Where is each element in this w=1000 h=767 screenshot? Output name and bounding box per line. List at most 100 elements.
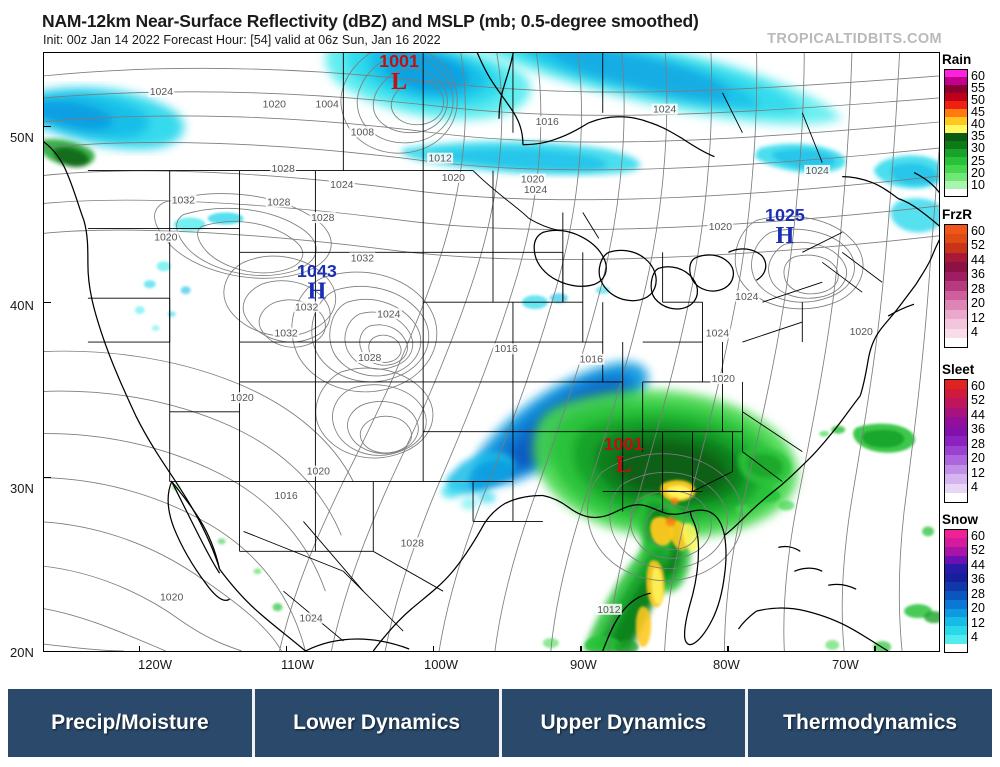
lon-tick-90w: 90W	[570, 657, 597, 672]
lat-tick-mark	[44, 301, 51, 303]
colorbar-swatch	[944, 281, 968, 291]
map-plot-area[interactable]: 1024 1020 1028 1032 1028 1024 1028 1020 1032 1020…	[43, 52, 940, 652]
colorbar-swatch	[944, 77, 968, 85]
isobar-label: 1020	[712, 374, 735, 385]
colorbar-swatch	[944, 608, 968, 618]
lat-tick-50n: 50N	[10, 130, 34, 145]
colorbar-tick-label: 4	[971, 629, 978, 644]
colorbar-swatch	[944, 626, 968, 636]
colorbar-swatch	[944, 398, 968, 408]
lon-tick-mark	[286, 646, 288, 651]
colorbar-tick-label: 20	[971, 601, 985, 616]
lon-tick-mark	[433, 646, 435, 651]
isobar-label: 1016	[536, 117, 559, 128]
isobar-label: 1020	[521, 175, 544, 186]
colorbar-swatch	[944, 338, 968, 348]
pressure-center-symbol: L	[616, 452, 632, 478]
lat-tick-mark	[44, 477, 51, 479]
colorbar-swatch	[944, 309, 968, 320]
isobar-label: 1028	[272, 164, 295, 175]
colorbar-swatch	[944, 189, 968, 197]
colorbar-swatch	[944, 379, 968, 389]
colorbar-tick-label: 52	[971, 238, 985, 253]
nav-button-thermodynamics[interactable]: Thermodynamics	[748, 689, 992, 757]
colorbar-tick-label: 28	[971, 281, 985, 296]
colorbar-swatch	[944, 445, 968, 456]
colorbar-tick-label: 4	[971, 324, 978, 339]
colorbar-tick-label: 52	[971, 543, 985, 558]
colorbar-swatch	[944, 474, 968, 484]
colorbar-swatch	[944, 252, 968, 263]
colorbar-swatch	[944, 290, 968, 301]
colorbar-swatch	[944, 85, 968, 93]
isobar-label: 1032	[172, 196, 195, 207]
isobar-label: 1020	[442, 173, 465, 184]
nav-button-precip-moisture[interactable]: Precip/Moisture	[8, 689, 255, 757]
weather-model-page: NAM-12km Near-Surface Reflectivity (dBZ)…	[0, 0, 1000, 767]
bottom-nav: Precip/Moisture Lower Dynamics Upper Dyn…	[8, 689, 992, 757]
page-title: NAM-12km Near-Surface Reflectivity (dBZ)…	[42, 11, 699, 31]
nav-button-upper-dynamics[interactable]: Upper Dynamics	[501, 689, 749, 757]
colorbar-frzr-swatches	[944, 224, 968, 348]
colorbar-swatch	[944, 417, 968, 427]
header: NAM-12km Near-Surface Reflectivity (dBZ)…	[0, 0, 1000, 52]
isobar-label: 1004	[316, 99, 339, 110]
isobar-label: 1032	[274, 329, 297, 340]
colorbar-swatch	[944, 455, 968, 465]
colorbar-swatch	[944, 537, 968, 547]
colorbar-swatch	[944, 224, 968, 234]
colorbar-tick-label: 12	[971, 615, 985, 630]
colorbar-tick-label: 28	[971, 436, 985, 451]
lon-tick-120w: 120W	[138, 657, 172, 672]
colorbar-tick-label: 4	[971, 479, 978, 494]
isobar-label: 1028	[358, 353, 381, 364]
isobar-label: 1024	[150, 87, 173, 98]
colorbar-swatch	[944, 529, 968, 538]
colorbar-tick-label: 20	[971, 451, 985, 466]
isobar-label: 1028	[401, 538, 424, 549]
isobar-label: 1024	[330, 180, 353, 191]
lat-tick-30n: 30N	[10, 481, 34, 496]
colorbar-swatch	[944, 271, 968, 282]
isobar-label: 1012	[428, 154, 451, 165]
colorbar-swatch	[944, 464, 968, 475]
colorbar-sleet-swatches	[944, 379, 968, 503]
isobar-label: 1012	[597, 605, 620, 616]
pressure-center-symbol: L	[391, 69, 407, 95]
isobar-label: 1008	[351, 127, 374, 138]
map-canvas: 1024102010281032 102810241028102010321020…	[44, 53, 939, 651]
colorbar-tick-label: 36	[971, 572, 985, 587]
colorbar-rain-swatches	[944, 69, 968, 197]
colorbar-tick-label: 52	[971, 393, 985, 408]
colorbar-swatch	[944, 388, 968, 399]
colorbar-tick-label: 10	[971, 177, 985, 192]
colorbar-swatch	[944, 133, 968, 141]
isobar-label: 1024	[735, 292, 758, 303]
colorbar-swatch	[944, 181, 968, 189]
colorbar-swatch	[944, 555, 968, 565]
lon-tick-100w: 100W	[424, 657, 458, 672]
nav-button-lower-dynamics[interactable]: Lower Dynamics	[254, 689, 502, 757]
colorbar-tick-label: 60	[971, 529, 985, 543]
isobar-label: 1024	[524, 185, 547, 196]
colorbar-tick-label: 44	[971, 252, 985, 267]
isobar-label: 1024	[806, 166, 829, 177]
colorbar-tick-label: 20	[971, 296, 985, 311]
colorbar-swatch	[944, 149, 968, 157]
colorbar-swatch	[944, 262, 968, 272]
isobar-label: 1020	[307, 467, 330, 478]
colorbar-swatch	[944, 573, 968, 583]
colorbar-frzr-title: FrzR	[942, 207, 972, 222]
colorbar-swatch	[944, 590, 968, 600]
colorbar-swatch	[944, 233, 968, 244]
colorbar-tick-label: 36	[971, 267, 985, 282]
colorbar-tick-label: 28	[971, 586, 985, 601]
isobar-label: 1020	[230, 393, 253, 404]
colorbar-swatch	[944, 546, 968, 556]
colorbar-swatch	[944, 599, 968, 609]
colorbar-swatch	[944, 243, 968, 253]
colorbar-swatch	[944, 101, 968, 109]
isobar-label: 1032	[351, 253, 374, 264]
colorbar-sleet-title: Sleet	[942, 362, 975, 377]
colorbar-swatch	[944, 493, 968, 503]
